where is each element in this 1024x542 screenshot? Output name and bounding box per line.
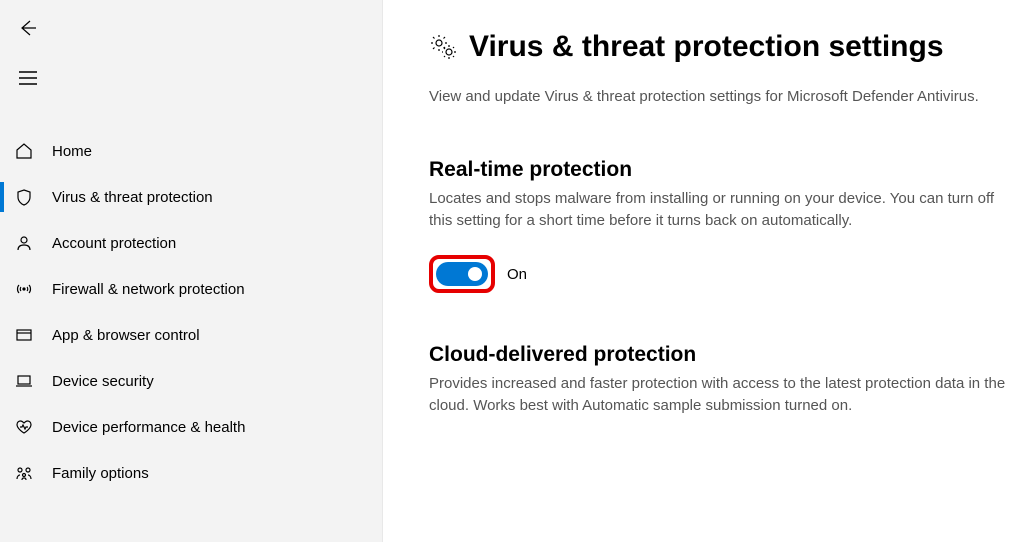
window-icon [14,325,34,345]
nav-list: Home Virus & threat protection Account p… [0,128,382,496]
home-icon [14,141,34,161]
page-subtitle: View and update Virus & threat protectio… [429,86,989,108]
laptop-icon [14,371,34,391]
page-header: Virus & threat protection settings [429,30,1020,64]
nav-label: App & browser control [52,327,200,344]
back-button[interactable] [8,8,48,48]
realtime-toggle-row: On [429,255,1009,293]
realtime-desc: Locates and stops malware from installin… [429,188,1009,232]
nav-item-performance[interactable]: Device performance & health [0,404,382,450]
nav-item-home[interactable]: Home [0,128,382,174]
shield-icon [14,187,34,207]
back-arrow-icon [18,18,38,38]
antenna-icon [14,279,34,299]
main-content: Virus & threat protection settings View … [383,0,1024,542]
nav-item-account[interactable]: Account protection [0,220,382,266]
sidebar: Home Virus & threat protection Account p… [0,0,383,542]
family-icon [14,463,34,483]
annotation-highlight [429,255,495,293]
cloud-desc: Provides increased and faster protection… [429,373,1009,417]
nav-label: Virus & threat protection [52,189,213,206]
nav-label: Home [52,143,92,160]
section-realtime: Real-time protection Locates and stops m… [429,158,1009,294]
nav-item-firewall[interactable]: Firewall & network protection [0,266,382,312]
nav-label: Account protection [52,235,176,252]
cloud-title: Cloud-delivered protection [429,343,1009,367]
nav-item-virus-threat[interactable]: Virus & threat protection [0,174,382,220]
heart-icon [14,417,34,437]
hamburger-icon [19,71,37,85]
toggle-knob-icon [468,267,482,281]
section-cloud: Cloud-delivered protection Provides incr… [429,343,1009,417]
nav-item-family[interactable]: Family options [0,450,382,496]
menu-button[interactable] [8,58,48,98]
realtime-toggle-label: On [507,266,527,283]
settings-gear-icon [429,33,457,61]
nav-label: Firewall & network protection [52,281,245,298]
realtime-title: Real-time protection [429,158,1009,182]
realtime-toggle[interactable] [436,262,488,286]
nav-label: Family options [52,465,149,482]
nav-item-app-browser[interactable]: App & browser control [0,312,382,358]
nav-label: Device performance & health [52,419,245,436]
person-icon [14,233,34,253]
nav-label: Device security [52,373,154,390]
page-title: Virus & threat protection settings [469,30,944,64]
nav-item-device-security[interactable]: Device security [0,358,382,404]
